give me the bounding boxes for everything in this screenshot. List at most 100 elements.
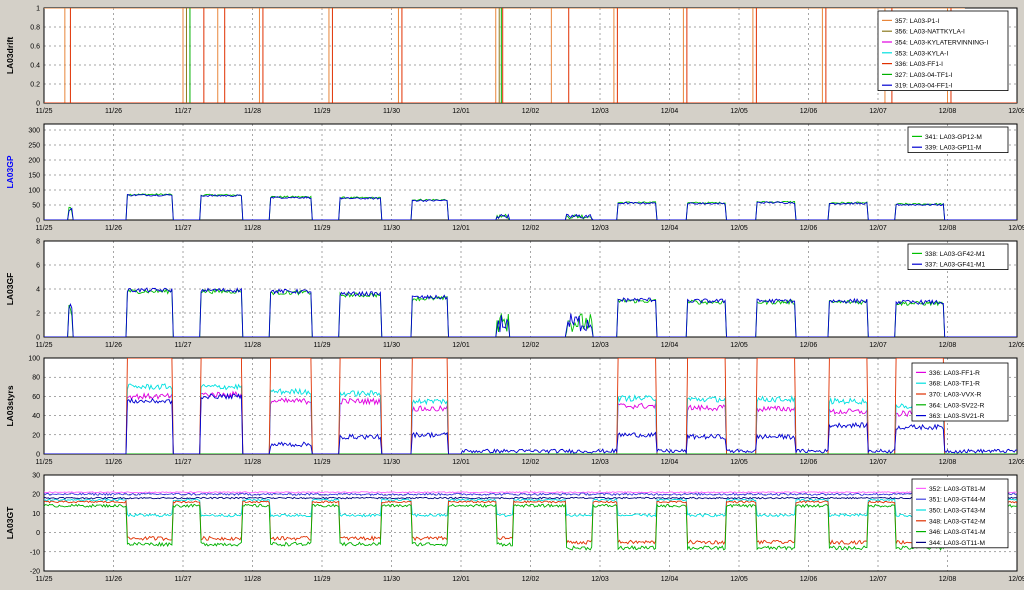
x-tick-label: 11/26 (105, 459, 122, 466)
x-tick-label: 12/04 (661, 459, 679, 466)
y-tick-label: 100 (28, 356, 40, 363)
y-tick-label: 0 (36, 335, 40, 342)
x-tick-label: 11/25 (36, 225, 53, 232)
y-tick-label: 1 (36, 6, 40, 13)
legend-entry: 336: LA03-FF1-I (895, 61, 943, 68)
y-tick-label: 300 (28, 128, 40, 135)
x-tick-label: 11/30 (383, 459, 400, 466)
y-tick-label: 0.8 (30, 25, 40, 32)
x-tick-label: 11/27 (175, 342, 192, 349)
legend-entry: 346: LA03-GT41-M (929, 529, 985, 536)
y-tick-label: 0 (36, 218, 40, 225)
y-tick-label: 200 (28, 158, 40, 165)
legend-entry: 339: LA03-GP11-M (925, 145, 981, 152)
x-tick-label: 12/02 (522, 459, 540, 466)
x-tick-label: 12/09 (1008, 576, 1024, 583)
legend-entry: 370: LA03-VVX-R (929, 392, 982, 399)
x-tick-label: 12/03 (591, 459, 609, 466)
x-tick-label: 11/26 (105, 342, 122, 349)
y-tick-label: 8 (36, 239, 40, 246)
x-tick-label: 12/04 (661, 342, 679, 349)
x-tick-label: 11/27 (175, 459, 192, 466)
legend: 336: LA03-FF1-R 368: LA03-TF1-R 370: LA03-… (911, 362, 1009, 422)
legend-entry: 354: LA03-KYLATERVINNING-I (895, 40, 988, 47)
y-tick-label: 0 (36, 530, 40, 537)
y-tick-label: 0.2 (30, 82, 40, 89)
x-tick-label: 12/05 (730, 342, 748, 349)
legend-entry: 364: LA03-SV22-R (929, 402, 985, 409)
legend-entry: 363: LA03-SV21-R (929, 413, 985, 420)
x-tick-label: 12/01 (452, 342, 470, 349)
x-tick-label: 12/04 (661, 108, 679, 115)
x-tick-label: 12/07 (869, 108, 887, 115)
y-tick-label: 0 (36, 452, 40, 459)
y-tick-label: 150 (28, 173, 40, 180)
x-tick-label: 11/30 (383, 108, 400, 115)
x-tick-label: 12/03 (591, 342, 609, 349)
legend: 341: LA03-GP12-M 339: LA03-GP11-M (907, 126, 1009, 154)
x-tick-label: 12/01 (452, 459, 470, 466)
legend-entry: 348: LA03-GT42-M (929, 518, 985, 525)
x-tick-label: 12/08 (939, 342, 957, 349)
y-tick-label: 2 (36, 311, 40, 318)
x-tick-label: 11/29 (314, 225, 331, 232)
legend-entry: 350: LA03-GT43-M (929, 508, 985, 515)
y-tick-label: -10 (30, 549, 40, 556)
chart-panel-5: 11/25 11/26 11/27 11/28 11/29 11/30 12/01 12/02… (5, 473, 1024, 584)
y-axis-label: LA03GP (5, 155, 15, 188)
y-tick-label: 0.6 (30, 44, 40, 51)
y-axis-label: LA03drift (5, 37, 15, 74)
y-tick-label: 80 (32, 375, 40, 382)
x-tick-label: 11/30 (383, 225, 400, 232)
x-tick-label: 12/04 (661, 576, 679, 583)
trend-chart-window: 11/25 11/26 11/27 11/28 11/29 11/30 12/01 12/02… (5, 6, 1024, 584)
x-tick-label: 11/25 (36, 342, 53, 349)
y-axis-label: LA03styrs (5, 385, 15, 426)
x-tick-label: 12/03 (591, 225, 609, 232)
y-tick-label: 250 (28, 143, 40, 150)
x-tick-label: 12/06 (800, 225, 818, 232)
x-tick-label: 12/08 (939, 225, 957, 232)
y-tick-label: 0.4 (30, 63, 40, 70)
x-tick-label: 12/02 (522, 576, 540, 583)
x-tick-label: 11/29 (314, 342, 331, 349)
y-tick-label: 40 (32, 413, 40, 420)
legend-entry: 338: LA03-GF42-M1 (925, 251, 985, 258)
x-tick-label: 11/28 (244, 108, 261, 115)
x-tick-label: 12/05 (730, 225, 748, 232)
x-tick-label: 12/07 (869, 225, 887, 232)
x-tick-label: 12/08 (939, 459, 957, 466)
legend-entry: 357: LA03-P1-I (895, 18, 940, 25)
x-tick-label: 11/30 (383, 342, 400, 349)
x-tick-label: 11/27 (175, 108, 192, 115)
x-tick-label: 12/03 (591, 576, 609, 583)
legend-entry: 353: LA03-KYLA-I (895, 50, 948, 57)
legend-entry: 319: LA03-04-FF1-I (895, 83, 953, 90)
y-tick-label: 0 (36, 101, 40, 108)
x-tick-label: 12/01 (452, 576, 470, 583)
x-tick-label: 12/05 (730, 576, 748, 583)
legend: 357: LA03-P1-I 356: LA03-NATTKYLA-I 354: L… (877, 10, 1009, 91)
x-tick-label: 12/08 (939, 108, 957, 115)
x-tick-label: 12/02 (522, 108, 540, 115)
x-tick-label: 12/06 (800, 576, 818, 583)
x-tick-label: 11/25 (36, 108, 53, 115)
x-tick-label: 12/02 (522, 342, 540, 349)
y-tick-label: 20 (32, 432, 40, 439)
y-tick-label: 60 (32, 394, 40, 401)
legend: 338: LA03-GF42-M1 337: LA03-GF41-M1 (907, 243, 1009, 271)
x-tick-label: 11/28 (244, 342, 261, 349)
x-tick-label: 12/09 (1008, 225, 1024, 232)
x-tick-label: 11/30 (383, 576, 400, 583)
y-tick-label: 20 (32, 492, 40, 499)
x-tick-label: 12/07 (869, 342, 887, 349)
y-tick-label: 4 (36, 287, 40, 294)
x-tick-label: 11/29 (314, 576, 331, 583)
x-tick-label: 12/06 (800, 108, 818, 115)
x-tick-label: 11/25 (36, 576, 53, 583)
x-tick-label: 12/05 (730, 459, 748, 466)
x-tick-label: 11/26 (105, 225, 122, 232)
x-tick-label: 11/26 (105, 108, 122, 115)
legend-entry: 352: LA03-GT81-M (929, 486, 985, 493)
x-tick-label: 11/28 (244, 225, 261, 232)
